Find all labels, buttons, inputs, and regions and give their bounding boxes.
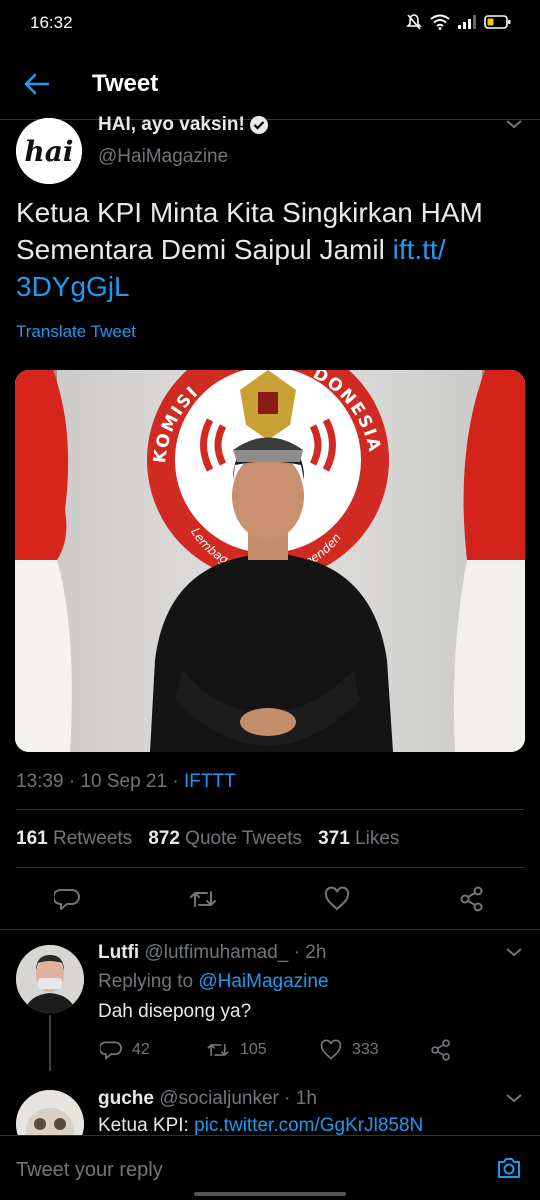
reply-retweet-button[interactable]: 105: [206, 1039, 267, 1061]
tweet-date: 10 Sep 21: [80, 771, 168, 792]
replying-to-line: Replying to @HaiMagazine: [98, 971, 329, 993]
app-header: Tweet: [0, 48, 540, 120]
share-icon: [431, 1039, 450, 1061]
hai-logo-text: hai: [24, 135, 73, 168]
photo-illustration: KOMISI DONESIA Lembaga Negara Independen: [15, 370, 525, 752]
reply-text-prefix: Ketua KPI:: [98, 1115, 195, 1136]
like-icon: [320, 1039, 342, 1060]
like-count: 333: [352, 1041, 379, 1058]
divider: [16, 809, 524, 810]
replying-to-prefix: Replying to: [98, 971, 199, 992]
reply-icon[interactable]: [54, 886, 80, 912]
author-handle[interactable]: @HaiMagazine: [98, 146, 228, 168]
chevron-down-icon[interactable]: [504, 1090, 524, 1106]
author-name[interactable]: HAI, ayo vaksin!: [98, 114, 269, 136]
retweets-stat[interactable]: 161 Retweets: [16, 828, 132, 850]
quote-tweets-label: Quote Tweets: [185, 828, 303, 849]
tweet-text: Ketua KPI Minta Kita Singkirkan HAM Seme…: [16, 194, 516, 305]
page-title: Tweet: [92, 70, 159, 97]
status-bar: 16:32: [0, 0, 540, 48]
reply-input[interactable]: Tweet your reply: [16, 1159, 163, 1182]
meta-separator: ·: [68, 771, 76, 792]
share-icon[interactable]: [459, 886, 485, 912]
likes-stat[interactable]: 371 Likes: [318, 828, 399, 850]
retweets-label: Retweets: [52, 828, 133, 849]
reply-icon: [100, 1041, 122, 1061]
chevron-down-icon[interactable]: [504, 944, 524, 960]
reply-time: · 2h: [293, 942, 327, 963]
reply-item[interactable]: guche @socialjunker · 1h Ketua KPI: pic.…: [0, 1086, 540, 1158]
thread-connector-line: [49, 1015, 51, 1071]
like-icon[interactable]: [324, 886, 350, 912]
status-icons: [406, 13, 512, 31]
reply-avatar[interactable]: [16, 945, 84, 1013]
tweet-stats: 161 Retweets 872 Quote Tweets 371 Likes: [16, 828, 399, 850]
reply-like-button[interactable]: 333: [320, 1039, 379, 1061]
reply-text: Dah disepong ya?: [98, 1001, 252, 1022]
reply-reply-button[interactable]: 42: [100, 1039, 150, 1061]
retweets-count: 161: [16, 828, 48, 849]
replying-to-handle[interactable]: @HaiMagazine: [198, 971, 328, 992]
tweet-actions: [0, 880, 540, 920]
retweet-count: 105: [240, 1041, 267, 1058]
reply-header: guche @socialjunker · 1h: [98, 1088, 317, 1110]
reply-author-name[interactable]: Lutfi: [98, 942, 139, 963]
reply-text: Ketua KPI: pic.twitter.com/GgKrJl858N: [98, 1115, 423, 1137]
likes-label: Likes: [355, 828, 400, 849]
reply-author-name[interactable]: guche: [98, 1088, 154, 1109]
reply-compose-bar: Tweet your reply: [0, 1135, 540, 1200]
home-indicator[interactable]: [194, 1192, 346, 1196]
tweet-time: 13:39: [16, 771, 64, 792]
reply-media-link[interactable]: pic.twitter.com/GgKrJl858N: [194, 1115, 423, 1136]
hai-logo: hai: [16, 118, 82, 184]
reply-author-handle[interactable]: @lutfimuhamad_: [144, 942, 288, 963]
tweet-source[interactable]: IFTTT: [184, 771, 236, 792]
meta-separator: ·: [172, 771, 179, 792]
retweet-icon[interactable]: [189, 886, 217, 912]
reply-avatar-image: [16, 945, 84, 1013]
retweet-icon: [207, 1044, 229, 1056]
reply-count: 42: [132, 1041, 150, 1058]
reply-actions: 42 105 333: [98, 1039, 518, 1069]
divider: [16, 867, 524, 868]
reply-share-button[interactable]: [430, 1039, 452, 1061]
reply-author-handle[interactable]: @socialjunker: [159, 1088, 279, 1109]
reply-time: · 1h: [284, 1088, 317, 1109]
author-name-text: HAI, ayo vaksin!: [98, 114, 245, 135]
mute-icon: [406, 14, 422, 30]
back-arrow-icon[interactable]: [22, 70, 50, 98]
quote-tweets-count: 872: [148, 828, 180, 849]
wifi-icon: [430, 14, 450, 30]
author-avatar[interactable]: hai: [16, 118, 82, 184]
tweet-meta: 13:39 · 10 Sep 21 · IFTTT: [16, 771, 236, 793]
translate-tweet-link[interactable]: Translate Tweet: [16, 322, 136, 342]
reply-header: Lutfi @lutfimuhamad_ · 2h: [98, 942, 326, 964]
camera-icon[interactable]: [496, 1156, 522, 1180]
status-time: 16:32: [30, 13, 73, 32]
chevron-down-icon[interactable]: [504, 116, 524, 132]
quote-tweets-stat[interactable]: 872 Quote Tweets: [148, 828, 302, 850]
battery-icon: [484, 15, 511, 29]
divider: [0, 929, 540, 930]
tweet-author: hai HAI, ayo vaksin! @HaiMagazine: [0, 112, 540, 184]
reply-item[interactable]: Lutfi @lutfimuhamad_ · 2h Replying to @H…: [0, 940, 540, 1080]
likes-count: 371: [318, 828, 350, 849]
tweet-photo[interactable]: KOMISI DONESIA Lembaga Negara Independen: [15, 370, 525, 752]
signal-icon: [458, 15, 476, 29]
verified-badge-icon: [249, 116, 268, 134]
